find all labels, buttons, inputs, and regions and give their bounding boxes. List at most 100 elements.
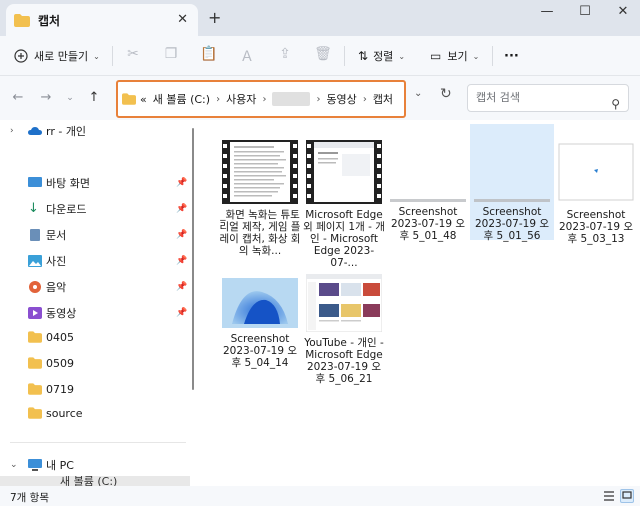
pin-icon[interactable]: 📌	[176, 178, 187, 188]
refresh-icon[interactable]: ↻	[440, 86, 452, 102]
sidebar-item-this-pc[interactable]: ⌄ 내 PC	[0, 454, 190, 476]
delete-icon[interactable]: 🗑	[314, 46, 332, 64]
search-box[interactable]: 캡처 검색 ⚲	[467, 84, 629, 112]
desktop-icon	[28, 177, 42, 187]
file-item[interactable]: YouTube - 개인 - Microsoft Edge 2023-07-19…	[302, 273, 386, 387]
folder-icon	[122, 93, 136, 105]
file-item[interactable]: Screenshot 2023-07-19 오후 5_01_48	[386, 140, 470, 244]
file-item[interactable]: Microsoft Edge 외 페이지 1개 - 개인 - Microsoft…	[302, 140, 386, 271]
sidebar-scrollbar[interactable]	[192, 128, 194, 390]
forward-icon[interactable]: →	[38, 90, 54, 106]
chevron-right-icon: ›	[362, 93, 367, 105]
breadcrumb-drive[interactable]: 새 볼륨 (C:)	[153, 91, 210, 107]
expand-chevron-icon[interactable]: ›	[10, 126, 14, 136]
tab-title: 캡처	[38, 13, 61, 28]
sidebar-item-drive-c[interactable]: 새 볼륨 (C:)	[0, 476, 190, 486]
search-icon: ⚲	[611, 97, 620, 111]
view-button[interactable]: ▭ 보기 ⌄	[430, 45, 479, 67]
breadcrumb-users[interactable]: 사용자	[226, 91, 256, 107]
up-icon[interactable]: ↑	[86, 90, 102, 106]
sidebar-item-folder-0509[interactable]: 0509	[0, 352, 190, 374]
tab-capture[interactable]: 캡처 ✕	[6, 4, 198, 36]
collapse-chevron-icon[interactable]: ⌄	[10, 460, 18, 470]
chevron-right-icon: ›	[216, 93, 221, 105]
large-icons-view-icon[interactable]	[620, 489, 634, 503]
folder-icon	[28, 357, 42, 369]
address-bar[interactable]: « 새 볼륨 (C:) › 사용자 › › 동영상 › 캡처	[116, 80, 406, 118]
sidebar-item-music[interactable]: 음악 📌	[0, 276, 190, 298]
chevron-down-icon: ⌄	[93, 51, 100, 61]
paste-icon[interactable]: 📋	[200, 46, 218, 64]
sidebar-item-onedrive[interactable]: › rr - 개인	[0, 120, 190, 142]
overflow-chevron[interactable]: «	[140, 93, 147, 106]
cut-icon[interactable]: ✂	[124, 46, 142, 64]
divider	[112, 46, 113, 66]
file-name: YouTube - 개인 - Microsoft Edge 2023-07-19…	[304, 337, 384, 385]
new-label: 새로 만들기	[34, 50, 89, 63]
details-view-icon[interactable]	[602, 489, 616, 503]
new-tab-button[interactable]: +	[208, 8, 221, 27]
title-bar: 캡처 ✕ + — ☐ ✕	[0, 0, 640, 36]
plus-circle-icon	[14, 49, 28, 63]
more-button[interactable]: ···	[504, 45, 519, 67]
sidebar-item-label: 다운로드	[46, 203, 87, 216]
sidebar-item-folder-0405[interactable]: 0405	[0, 326, 190, 348]
close-window-button[interactable]: ✕	[608, 4, 638, 24]
file-item[interactable]: _화면 녹화는 튜토리얼 제작, 게임 플레이 캡처, 화상 회의 녹화...	[218, 140, 302, 259]
sort-icon: ⇅	[358, 49, 369, 63]
rename-icon[interactable]: Ａ	[238, 46, 256, 65]
minimize-button[interactable]: —	[532, 4, 562, 24]
pin-icon[interactable]: 📌	[176, 204, 187, 214]
download-icon: ↓	[28, 201, 39, 216]
pin-icon[interactable]: 📌	[176, 256, 187, 266]
document-icon	[30, 229, 40, 241]
sidebar-item-label: 0509	[46, 356, 74, 370]
sidebar-item-pictures[interactable]: 사진 📌	[0, 250, 190, 272]
video-thumbnail-icon	[222, 140, 298, 204]
sidebar-item-label: 내 PC	[46, 459, 74, 472]
sidebar-item-label: 사진	[46, 255, 67, 268]
image-thumbnail-icon	[222, 278, 298, 328]
sidebar-item-folder-0719[interactable]: 0719	[0, 378, 190, 400]
divider	[492, 46, 493, 66]
breadcrumb-videos[interactable]: 동영상	[326, 91, 356, 107]
image-thumbnail-icon	[390, 140, 466, 204]
divider	[344, 46, 345, 66]
file-item[interactable]: Screenshot 2023-07-19 오후 5_03_13	[554, 140, 638, 247]
recent-chevron-icon[interactable]: ⌄	[62, 90, 78, 106]
file-name: _화면 녹화는 튜토리얼 제작, 게임 플레이 캡처, 화상 회의 녹화...	[219, 209, 301, 257]
sidebar-item-videos[interactable]: 동영상 📌	[0, 302, 190, 324]
maximize-button[interactable]: ☐	[570, 4, 600, 24]
search-input[interactable]: 캡처 검색	[476, 91, 520, 104]
sidebar-item-label: 문서	[46, 229, 67, 242]
pin-icon[interactable]: 📌	[176, 308, 187, 318]
folder-icon	[28, 383, 42, 395]
share-icon[interactable]: ⇪	[276, 46, 294, 64]
file-name: Microsoft Edge 외 페이지 1개 - 개인 - Microsoft…	[303, 209, 385, 269]
sidebar-item-documents[interactable]: 문서 📌	[0, 224, 190, 246]
folder-icon	[14, 13, 30, 27]
view-icon: ▭	[430, 49, 442, 63]
status-bar: 7개 항목	[0, 486, 640, 506]
tab-close-icon[interactable]: ✕	[177, 12, 188, 27]
pin-icon[interactable]: 📌	[176, 230, 187, 240]
new-button[interactable]: 새로 만들기 ⌄	[14, 45, 100, 67]
file-name: Screenshot 2023-07-19 오후 5_01_48	[390, 206, 466, 242]
pin-icon[interactable]: 📌	[176, 282, 187, 292]
sidebar-item-folder-source[interactable]: source	[0, 402, 190, 424]
copy-icon[interactable]: ❐	[162, 46, 180, 64]
file-item[interactable]: Screenshot 2023-07-19 오후 5_04_14	[218, 278, 302, 371]
breadcrumb-user-redacted[interactable]	[272, 92, 311, 106]
breadcrumb-capture[interactable]: 캡처	[373, 91, 393, 107]
sort-button[interactable]: ⇅ 정렬 ⌄	[358, 45, 405, 67]
file-item[interactable]: Screenshot 2023-07-19 오후 5_01_56	[470, 124, 554, 242]
chevron-down-icon: ⌄	[472, 51, 480, 61]
chevron-right-icon: ›	[316, 93, 321, 105]
sidebar-item-downloads[interactable]: ↓ 다운로드 📌	[0, 198, 190, 220]
sidebar-item-label: source	[46, 406, 83, 420]
sidebar-item-desktop[interactable]: 바탕 화면 📌	[0, 172, 190, 194]
back-icon[interactable]: ←	[10, 90, 26, 106]
address-dropdown-icon[interactable]: ⌄	[414, 88, 422, 99]
sort-label: 정렬	[373, 50, 394, 63]
file-view: _화면 녹화는 튜토리얼 제작, 게임 플레이 캡처, 화상 회의 녹화... …	[198, 120, 640, 486]
